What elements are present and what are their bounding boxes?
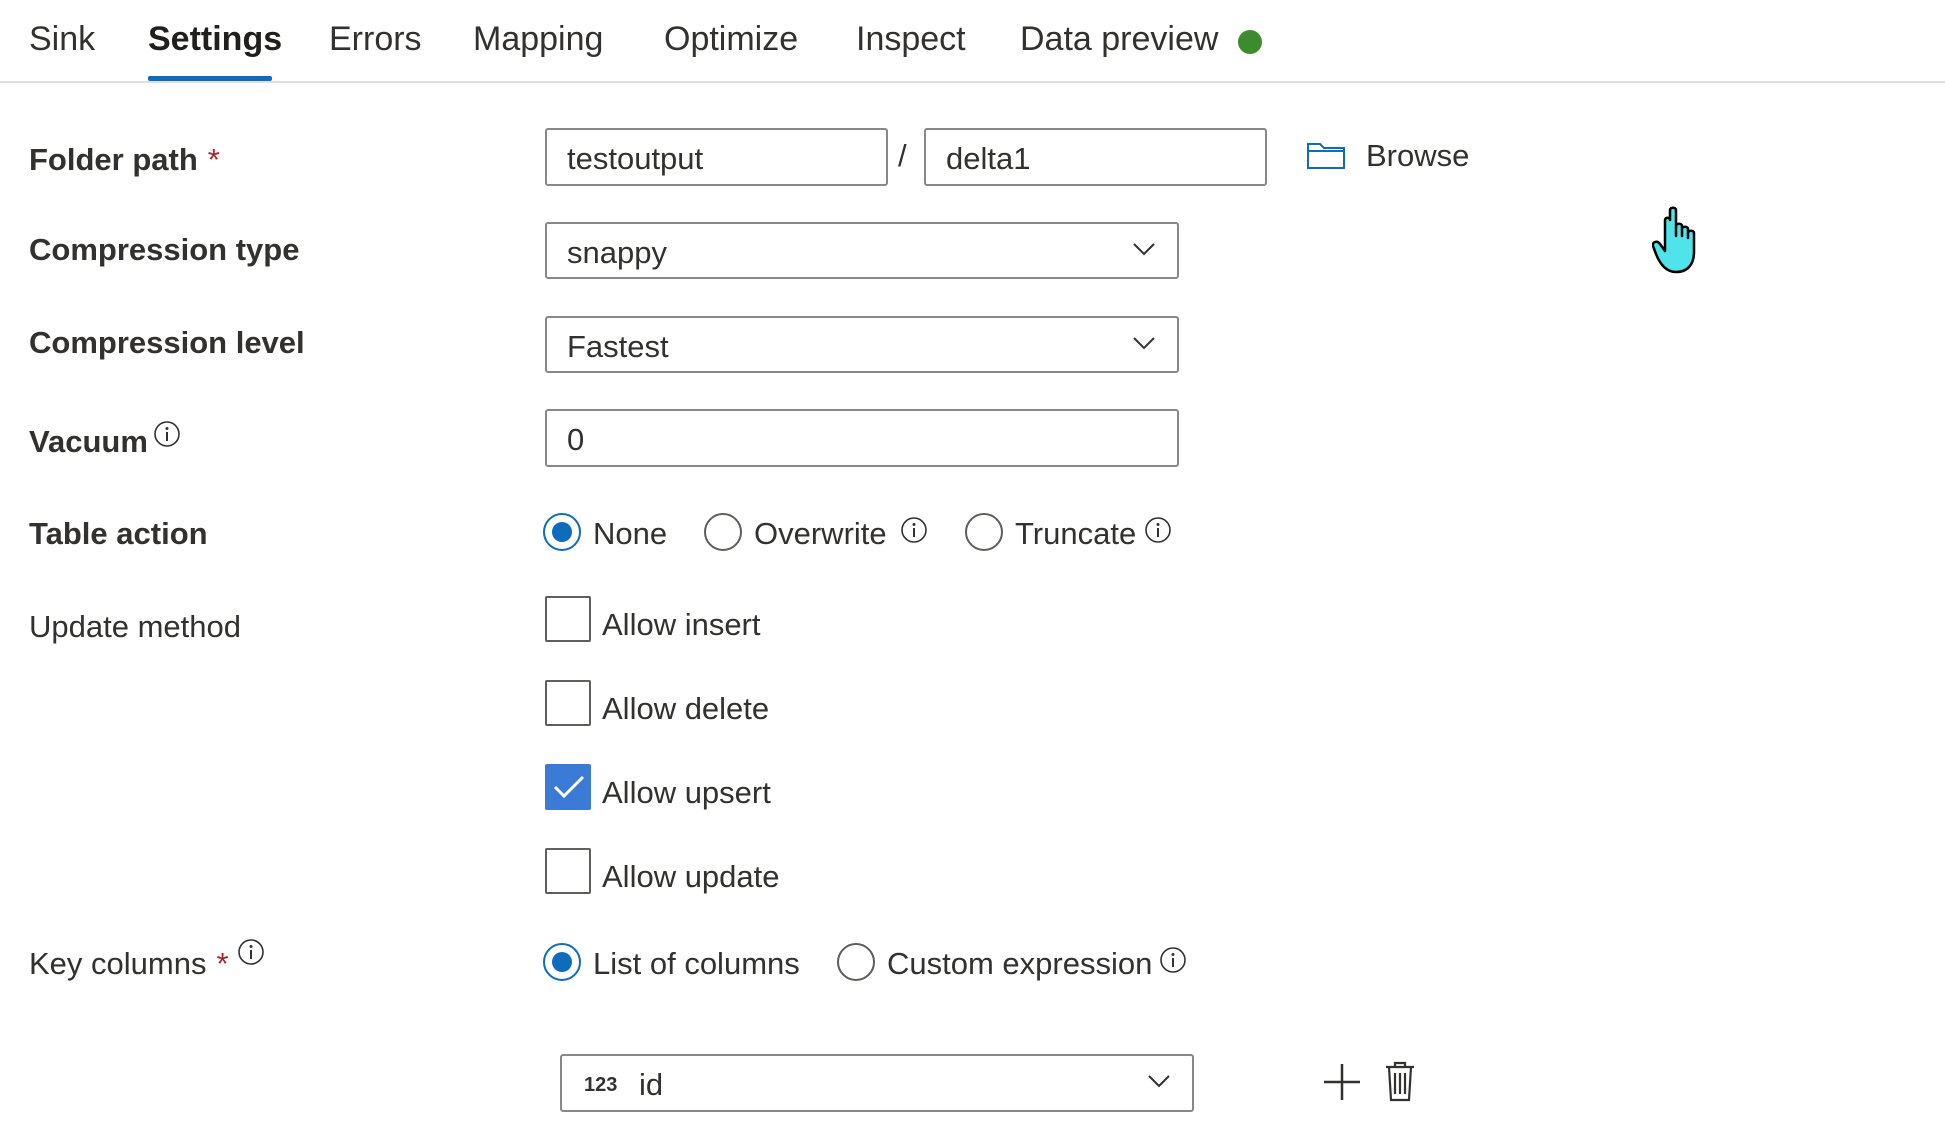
chevron-down-icon bbox=[1133, 337, 1155, 350]
table-action-label: Table action bbox=[29, 516, 208, 551]
table-action-truncate-radio[interactable] bbox=[965, 513, 1003, 551]
info-icon[interactable] bbox=[237, 938, 265, 966]
chevron-down-icon bbox=[1133, 243, 1155, 256]
info-icon[interactable] bbox=[1144, 516, 1172, 544]
allow-delete-checkbox[interactable] bbox=[545, 680, 591, 726]
tab-errors[interactable]: Errors bbox=[329, 20, 422, 59]
table-action-none-radio[interactable] bbox=[543, 513, 581, 551]
key-columns-custom-label: Custom expression bbox=[887, 946, 1153, 981]
required-marker: * bbox=[216, 946, 229, 981]
key-columns-list-label: List of columns bbox=[593, 946, 800, 981]
compression-type-value: snappy bbox=[567, 235, 667, 270]
tab-settings[interactable]: Settings bbox=[148, 20, 282, 59]
tab-mapping[interactable]: Mapping bbox=[473, 20, 603, 59]
tab-optimize[interactable]: Optimize bbox=[664, 20, 798, 59]
vacuum-label: Vacuum bbox=[29, 424, 148, 459]
key-columns-list-radio[interactable] bbox=[543, 943, 581, 981]
allow-delete-label: Allow delete bbox=[602, 691, 770, 726]
info-icon[interactable] bbox=[900, 516, 928, 544]
folder-container-value: testoutput bbox=[567, 141, 704, 176]
table-action-overwrite-radio[interactable] bbox=[704, 513, 742, 551]
vacuum-input[interactable]: 0 bbox=[545, 409, 1179, 467]
compression-type-select[interactable]: snappy bbox=[545, 222, 1179, 279]
compression-level-select[interactable]: Fastest bbox=[545, 316, 1179, 373]
update-method-label: Update method bbox=[29, 609, 241, 644]
browse-label: Browse bbox=[1366, 138, 1470, 173]
tab-bar: Sink Settings Errors Mapping Optimize In… bbox=[0, 0, 1945, 83]
folder-path-label-text: Folder path bbox=[29, 142, 198, 177]
add-icon[interactable] bbox=[1322, 1062, 1362, 1102]
key-columns-custom-radio[interactable] bbox=[837, 943, 875, 981]
browse-button[interactable]: Browse bbox=[1306, 138, 1476, 178]
tab-inspect[interactable]: Inspect bbox=[856, 20, 966, 59]
key-column-value: id bbox=[639, 1067, 664, 1102]
required-marker: * bbox=[207, 142, 220, 177]
path-separator: / bbox=[898, 138, 907, 173]
folder-path-value: delta1 bbox=[946, 141, 1031, 176]
allow-upsert-checkbox[interactable] bbox=[545, 764, 591, 810]
vacuum-value: 0 bbox=[567, 422, 585, 457]
number-type-icon: 123 bbox=[584, 1074, 618, 1096]
table-action-overwrite-label: Overwrite bbox=[754, 516, 887, 551]
tab-data-preview[interactable]: Data preview bbox=[1020, 20, 1218, 59]
allow-update-label: Allow update bbox=[602, 859, 780, 894]
allow-insert-checkbox[interactable] bbox=[545, 596, 591, 642]
allow-insert-label: Allow insert bbox=[602, 607, 761, 642]
data-preview-status-dot bbox=[1238, 30, 1262, 54]
compression-level-label: Compression level bbox=[29, 325, 305, 360]
info-icon[interactable] bbox=[153, 420, 181, 448]
compression-level-value: Fastest bbox=[567, 329, 669, 364]
key-columns-label: Key columns * bbox=[29, 946, 229, 982]
key-columns-label-text: Key columns bbox=[29, 946, 207, 981]
folder-path-input[interactable]: delta1 bbox=[924, 128, 1267, 186]
active-tab-indicator bbox=[148, 76, 272, 81]
folder-path-label: Folder path * bbox=[29, 142, 220, 178]
folder-icon bbox=[1307, 143, 1345, 169]
folder-container-input[interactable]: testoutput bbox=[545, 128, 888, 186]
table-action-truncate-label: Truncate bbox=[1015, 516, 1137, 551]
table-action-none-label: None bbox=[593, 516, 668, 551]
allow-upsert-label: Allow upsert bbox=[602, 775, 771, 810]
chevron-down-icon bbox=[1148, 1075, 1170, 1088]
allow-update-checkbox[interactable] bbox=[545, 848, 591, 894]
tab-sink[interactable]: Sink bbox=[29, 20, 95, 59]
info-icon[interactable] bbox=[1159, 946, 1187, 974]
key-column-select[interactable]: 123 id bbox=[560, 1054, 1194, 1112]
compression-type-label: Compression type bbox=[29, 232, 300, 267]
hand-cursor-icon bbox=[1652, 206, 1696, 274]
checkmark-icon bbox=[553, 775, 585, 799]
delete-icon[interactable] bbox=[1384, 1060, 1416, 1102]
